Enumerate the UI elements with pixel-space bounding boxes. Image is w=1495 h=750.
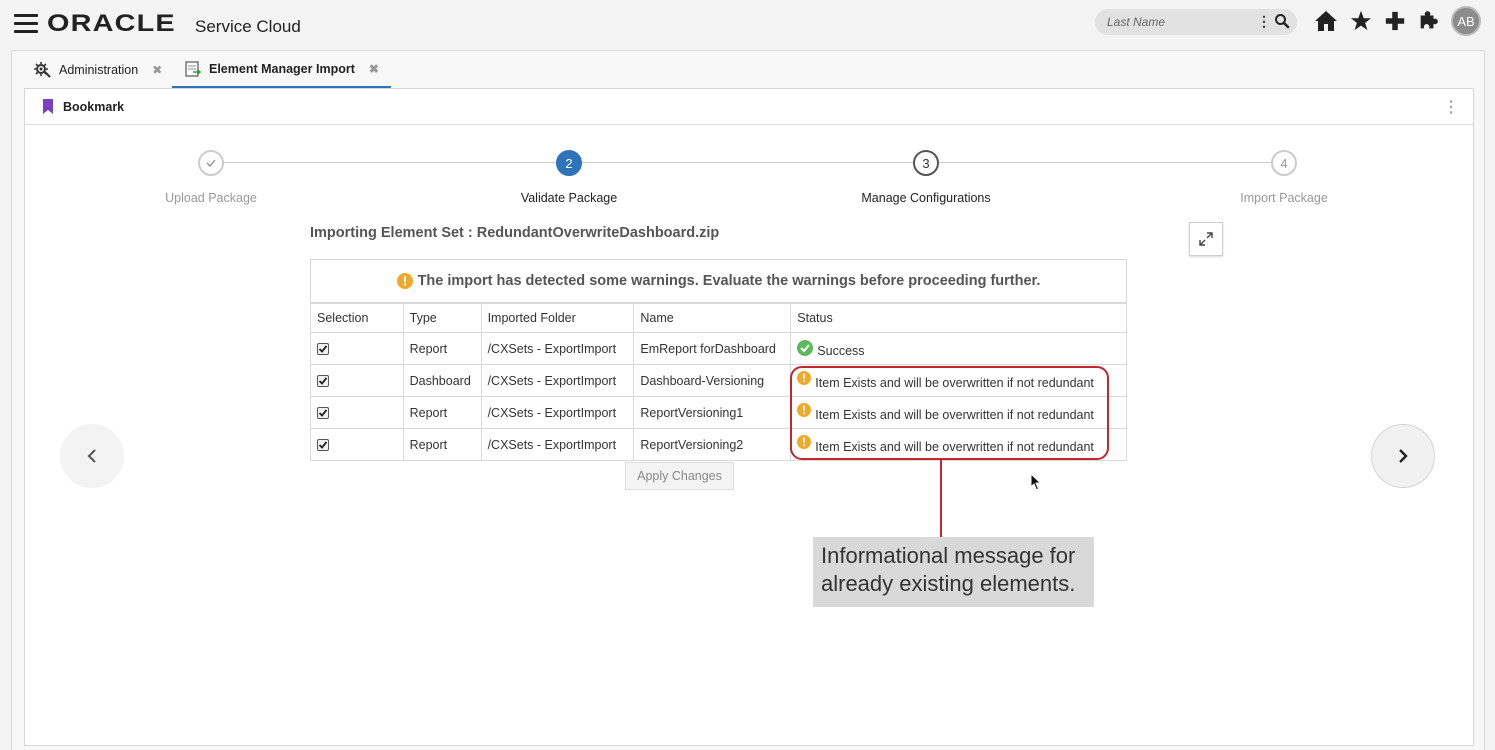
hamburger-menu-icon[interactable] [14, 14, 38, 34]
step-2-circle: 2 [556, 150, 582, 176]
warning-banner: The import has detected some warnings. E… [310, 259, 1127, 303]
cell-type: Dashboard [402, 364, 482, 397]
cell-type: Report [402, 428, 482, 461]
row-checkbox[interactable] [317, 343, 329, 356]
step-4-label: Import Package [1240, 191, 1328, 205]
table-row: Report /CXSets - ExportImport EmReport f… [310, 332, 1127, 365]
step-1-circle [198, 150, 224, 176]
importing-title: Importing Element Set : RedundantOverwri… [310, 225, 720, 241]
column-header-imported-folder[interactable]: Imported Folder [480, 303, 635, 333]
bookmark-icon[interactable] [43, 99, 53, 114]
tab-administration-label: Administration [59, 63, 139, 77]
next-step-button[interactable] [1371, 424, 1435, 488]
highlight-annotation [790, 366, 1109, 460]
step-3-label: Manage Configurations [861, 191, 991, 205]
cell-name: ReportVersioning2 [633, 428, 792, 461]
previous-step-button[interactable] [60, 424, 124, 488]
top-bar: ORACLE Service Cloud ⋮ AB [0, 0, 1495, 50]
row-checkbox[interactable] [317, 375, 329, 388]
cell-folder: /CXSets - ExportImport [480, 396, 635, 429]
success-check-icon [797, 339, 814, 356]
user-avatar[interactable]: AB [1451, 6, 1481, 36]
search-input[interactable] [1107, 13, 1247, 31]
step-connector [939, 162, 1271, 163]
tab-bar: Administration ✖ Element Manager Import … [11, 50, 1485, 90]
column-header-status[interactable]: Status [790, 303, 1127, 333]
tab-element-manager-import[interactable]: Element Manager Import ✖ [172, 51, 391, 89]
table-header-row: Selection Type Imported Folder Name Stat… [310, 303, 1127, 333]
cell-folder: /CXSets - ExportImport [480, 364, 635, 397]
callout-line-1: Informational message for [821, 543, 1076, 568]
administration-gear-icon [34, 62, 51, 78]
expand-icon [1199, 232, 1213, 246]
home-icon[interactable] [1314, 9, 1338, 33]
step-connector [224, 162, 556, 163]
step-connector [582, 162, 913, 163]
cell-name: EmReport forDashboard [633, 332, 792, 365]
warning-message: The import has detected some warnings. E… [417, 273, 1041, 289]
mouse-cursor-icon [1030, 473, 1042, 491]
apply-changes-button[interactable]: Apply Changes [625, 462, 734, 490]
oracle-logo: ORACLE [47, 10, 176, 37]
more-options-icon[interactable]: ⋮ [1443, 97, 1459, 117]
search-options-icon[interactable]: ⋮ [1257, 13, 1271, 30]
search-box: ⋮ [1095, 9, 1297, 35]
cell-type: Report [402, 332, 482, 365]
column-header-type[interactable]: Type [402, 303, 482, 333]
row-checkbox[interactable] [317, 439, 329, 452]
close-icon[interactable]: ✖ [152, 63, 162, 77]
tab-element-manager-import-label: Element Manager Import [209, 61, 355, 76]
step-3-circle: 3 [913, 150, 939, 176]
step-4-circle: 4 [1271, 150, 1297, 176]
column-header-name[interactable]: Name [633, 303, 792, 333]
puzzle-piece-icon[interactable] [1417, 9, 1439, 33]
cell-folder: /CXSets - ExportImport [480, 332, 635, 365]
cell-folder: /CXSets - ExportImport [480, 428, 635, 461]
tab-administration[interactable]: Administration ✖ [34, 51, 162, 89]
row-checkbox[interactable] [317, 407, 329, 420]
cell-type: Report [402, 396, 482, 429]
product-name: Service Cloud [195, 17, 301, 36]
search-icon[interactable] [1273, 12, 1291, 30]
checkmark-icon [206, 159, 216, 168]
import-document-icon [185, 60, 202, 77]
warning-icon [396, 273, 413, 289]
bookmark-label[interactable]: Bookmark [63, 100, 124, 114]
star-icon[interactable] [1350, 9, 1372, 33]
chevron-right-icon [1399, 449, 1408, 463]
bookmark-bar: Bookmark ⋮ [25, 89, 1473, 125]
close-icon[interactable]: ✖ [369, 62, 379, 76]
chevron-left-icon [87, 449, 96, 463]
plus-icon[interactable] [1384, 9, 1406, 33]
step-2-label: Validate Package [520, 191, 618, 205]
expand-button[interactable] [1189, 222, 1223, 256]
cell-name: Dashboard-Versioning [633, 364, 792, 397]
step-1-label: Upload Package [165, 191, 257, 205]
callout-line-2: already existing elements. [821, 571, 1076, 596]
callout-connector [940, 460, 942, 538]
column-header-selection[interactable]: Selection [310, 303, 404, 333]
cell-status: Success [817, 343, 865, 358]
cell-name: ReportVersioning1 [633, 396, 792, 429]
callout-annotation: Informational message for already existi… [813, 537, 1094, 607]
